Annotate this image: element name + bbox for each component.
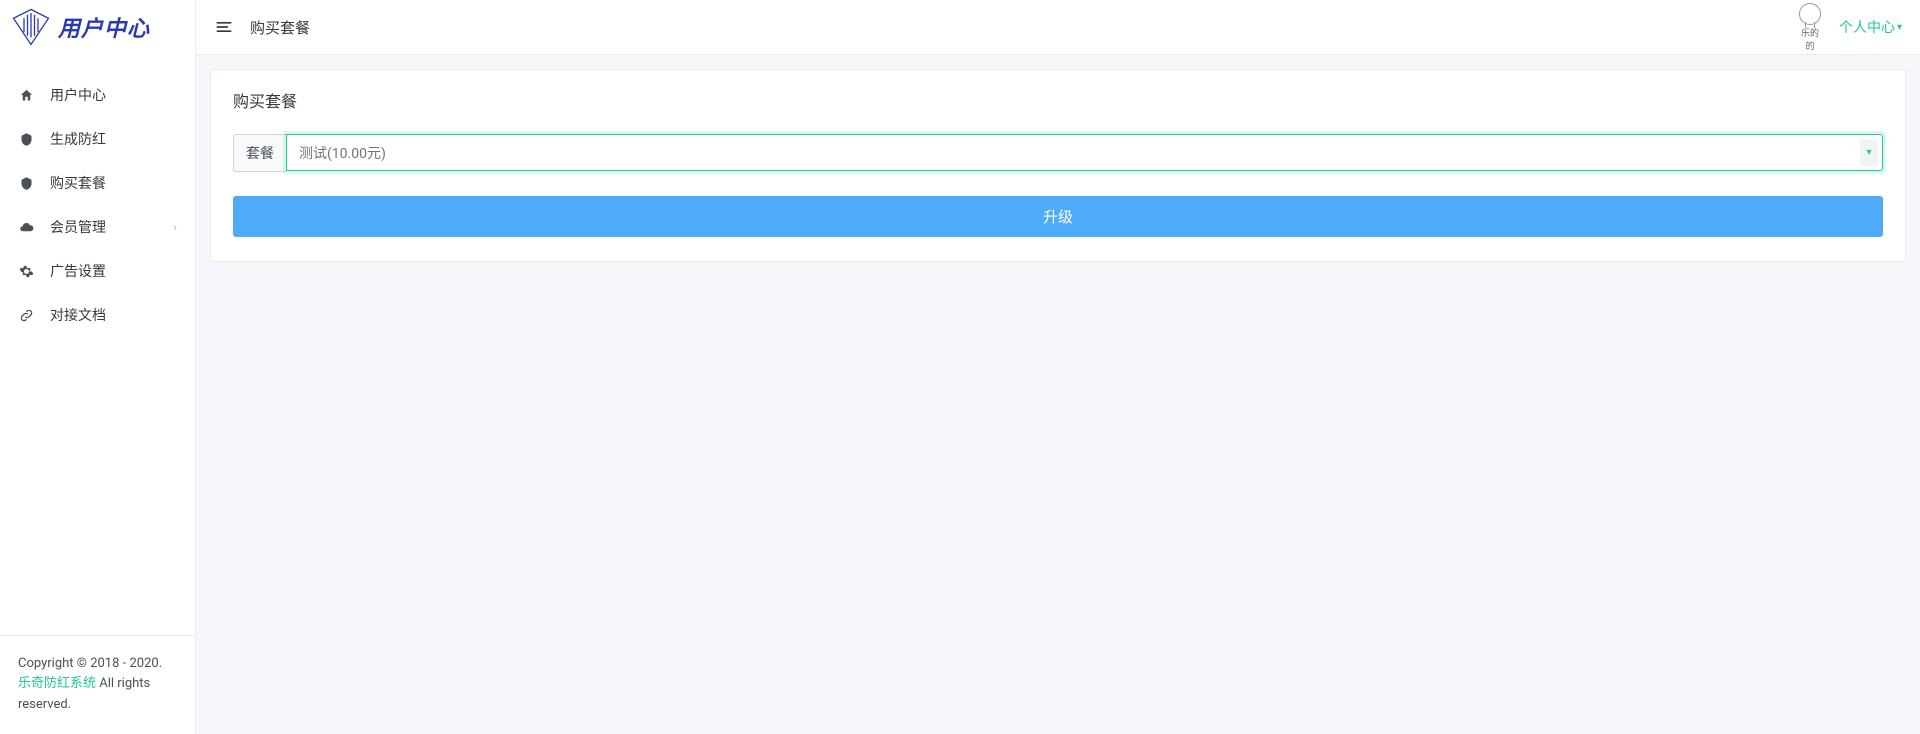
sidebar-item-user-center[interactable]: 用户中心 (0, 73, 195, 117)
sidebar-item-label: 生成防红 (50, 129, 106, 149)
copyright-prefix: Copyright © 2018 - 2020. (18, 656, 162, 671)
sidebar-item-docs[interactable]: 对接文档 (0, 293, 195, 337)
sidebar-item-label: 会员管理 (50, 217, 106, 237)
sidebar-item-label: 用户中心 (50, 85, 106, 105)
footer-link[interactable]: 乐奇防红系统 (18, 676, 96, 691)
user-menu[interactable]: 个人中心 ▾ (1839, 17, 1902, 37)
gear-icon (18, 263, 34, 279)
shield-icon (18, 175, 34, 191)
home-icon (18, 87, 34, 103)
select-value: 测试(10.00元) (299, 143, 386, 163)
sidebar-item-member-manage[interactable]: 会员管理 › (0, 205, 195, 249)
sidebar-item-ad-settings[interactable]: 广告设置 (0, 249, 195, 293)
card-title: 购买套餐 (233, 88, 1883, 112)
sidebar-footer: Copyright © 2018 - 2020. 乐奇防红系统 All righ… (0, 635, 195, 734)
content: 购买套餐 套餐 测试(10.00元) ▾ 升级 (196, 55, 1920, 276)
shield-icon (18, 131, 34, 147)
buy-package-card: 购买套餐 套餐 测试(10.00元) ▾ 升级 (210, 69, 1906, 262)
avatar-label: 乐的的 (1797, 26, 1823, 52)
sidebar-item-buy-package[interactable]: 购买套餐 (0, 161, 195, 205)
menu-toggle-icon[interactable] (214, 17, 234, 37)
sidebar-item-label: 对接文档 (50, 305, 106, 325)
link-icon (18, 307, 34, 323)
brand-name: 用户中心 (58, 11, 150, 43)
brand: 用户中心 (0, 0, 195, 55)
sidebar-item-label: 广告设置 (50, 261, 106, 281)
package-form-row: 套餐 测试(10.00元) ▾ (233, 134, 1883, 172)
user-menu-label: 个人中心 (1839, 17, 1895, 37)
chevron-right-icon: › (173, 220, 177, 234)
main: 购买套餐 乐的的 个人中心 ▾ 购买套餐 套餐 (196, 0, 1920, 734)
select-label: 套餐 (233, 134, 286, 172)
sidebar: 用户中心 用户中心 生成防红 购买套餐 (0, 0, 196, 734)
sidebar-item-label: 购买套餐 (50, 173, 106, 193)
page-title: 购买套餐 (250, 17, 310, 38)
chevron-down-icon: ▾ (1860, 139, 1878, 166)
sidebar-item-gen-fanghong[interactable]: 生成防红 (0, 117, 195, 161)
chevron-down-icon: ▾ (1897, 22, 1902, 33)
brand-logo-icon (10, 6, 52, 48)
upgrade-button[interactable]: 升级 (233, 196, 1883, 237)
package-select[interactable]: 测试(10.00元) ▾ (286, 134, 1883, 171)
topbar: 购买套餐 乐的的 个人中心 ▾ (196, 0, 1920, 55)
nav-menu: 用户中心 生成防红 购买套餐 会员管理 › (0, 55, 195, 635)
cloud-icon (18, 219, 34, 235)
avatar: 乐的的 (1797, 14, 1823, 40)
